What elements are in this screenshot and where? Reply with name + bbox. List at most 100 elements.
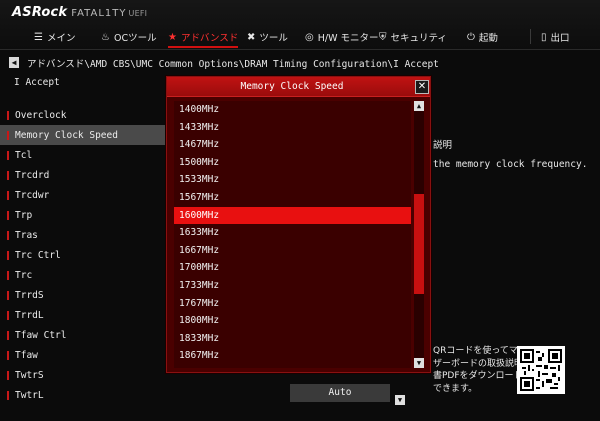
setting-label: Tras [15, 229, 38, 241]
help-description: the memory clock frequency. [433, 159, 588, 170]
setting-label: Trcdrd [15, 169, 50, 181]
setting-label: Trcdwr [15, 189, 50, 201]
close-icon: ✕ [417, 81, 427, 92]
setting-label: TwtrL [15, 389, 44, 401]
logo-uefi: UEFI [128, 9, 148, 18]
tab-hw-monitor[interactable]: ◎ H/W モニター [305, 28, 379, 46]
setting-label: Trc Ctrl [15, 249, 61, 261]
qr-code-graphic [520, 349, 562, 391]
setting-label: Trc [15, 269, 33, 281]
settings-list: Overclock Memory Clock Speed Tcl Trcdrd … [0, 105, 166, 405]
popup-scrollbar[interactable]: ▲ ▼ [414, 101, 424, 368]
setting-trcdwr[interactable]: Trcdwr [0, 185, 166, 205]
setting-memory-clock-speed[interactable]: Memory Clock Speed [0, 125, 166, 145]
option-1667mhz[interactable]: 1667MHz [174, 242, 411, 260]
logo-sub: FATAL1TY [71, 8, 127, 19]
setting-tcl[interactable]: Tcl [0, 145, 166, 165]
chevron-up-icon: ▲ [416, 102, 422, 110]
setting-trc-ctrl[interactable]: Trc Ctrl [0, 245, 166, 265]
setting-trc[interactable]: Trc [0, 265, 166, 285]
setting-label: Tcl [15, 149, 33, 161]
tab-boot-label: 起動 [478, 33, 498, 44]
setting-label: TrrdL [15, 309, 44, 321]
option-1733mhz[interactable]: 1733MHz [174, 277, 411, 295]
popup-option-list: 1400MHz 1433MHz 1467MHz 1500MHz 1533MHz … [174, 101, 411, 368]
chevron-down-icon: ▼ [397, 396, 403, 404]
breadcrumb: ◀ アドバンスド\AMD CBS\UMC Common Options\DRAM… [0, 55, 600, 70]
option-1833mhz[interactable]: 1833MHz [174, 330, 411, 348]
setting-label: Tfaw Ctrl [15, 329, 67, 341]
flame-icon: ♨ [101, 31, 110, 43]
tab-oc-tools-label: OCツール [113, 33, 157, 44]
tab-advanced-label: アドバンスド [180, 33, 239, 44]
help-title: 説明 [433, 140, 453, 151]
option-1400mhz[interactable]: 1400MHz [174, 101, 411, 119]
setting-twtrs[interactable]: TwtrS [0, 365, 166, 385]
setting-label: Overclock [15, 109, 67, 121]
option-1567mhz[interactable]: 1567MHz [174, 189, 411, 207]
setting-label: Tfaw [15, 349, 38, 361]
tools-icon: ✖ [247, 31, 256, 43]
scroll-up-button[interactable]: ▲ [414, 101, 424, 111]
scroll-thumb[interactable] [414, 194, 424, 294]
popup-close-button[interactable]: ✕ [415, 80, 429, 94]
setting-label: Memory Clock Speed [15, 129, 118, 141]
option-1600mhz[interactable]: 1600MHz [174, 206, 411, 225]
value-dropdown-button[interactable]: ▼ [395, 395, 405, 405]
setting-label: TwtrS [15, 369, 44, 381]
tab-tools-label: ツール [259, 33, 288, 44]
top-header: ASRock FATAL1TY UEFI ☰ メイン ♨ OCツール ★ アドバンス… [0, 0, 600, 50]
breadcrumb-path: アドバンスド\AMD CBS\UMC Common Options\DRAM T… [27, 58, 439, 70]
setting-trrdl[interactable]: TrrdL [0, 305, 166, 325]
tab-boot[interactable]: ⏻ 起動 [467, 28, 498, 46]
setting-trcdrd[interactable]: Trcdrd [0, 165, 166, 185]
option-1700mhz[interactable]: 1700MHz [174, 259, 411, 277]
popup-header: Memory Clock Speed ✕ [167, 77, 430, 97]
shield-icon: ⛨ [379, 31, 387, 43]
back-button[interactable]: ◀ [9, 57, 19, 68]
tab-security-label: セキュリティ [390, 33, 447, 44]
tab-oc-tools[interactable]: ♨ OCツール [101, 28, 157, 46]
setting-trrds[interactable]: TrrdS [0, 285, 166, 305]
chevron-down-icon: ▼ [416, 359, 422, 367]
option-1467mhz[interactable]: 1467MHz [174, 136, 411, 154]
popup-title: Memory Clock Speed [240, 81, 344, 92]
setting-label: TrrdS [15, 289, 44, 301]
nav-separator [530, 29, 531, 44]
qr-instructions: QRコードを使ってマザーボードの取扱説明書PDFをダウンロードできます。 [433, 346, 524, 394]
setting-tfaw[interactable]: Tfaw [0, 345, 166, 365]
scroll-down-button[interactable]: ▼ [414, 358, 424, 368]
qr-code-image [517, 346, 565, 394]
tab-main-label: メイン [46, 33, 76, 44]
tab-hw-monitor-label: H/W モニター [317, 33, 379, 44]
power-icon: ⏻ [467, 31, 475, 43]
setting-label: Trp [15, 209, 33, 221]
option-1433mhz[interactable]: 1433MHz [174, 119, 411, 137]
tab-advanced[interactable]: ★ アドバンスド [168, 28, 238, 46]
tab-main[interactable]: ☰ メイン [34, 28, 75, 46]
memory-clock-speed-popup: Memory Clock Speed ✕ 1400MHz 1433MHz 146… [166, 76, 431, 373]
setting-tras[interactable]: Tras [0, 225, 166, 245]
option-1800mhz[interactable]: 1800MHz [174, 312, 411, 330]
option-1867mhz[interactable]: 1867MHz [174, 347, 411, 365]
exit-icon: ▯ [541, 31, 547, 43]
active-tab-indicator [168, 46, 238, 48]
accept-label: I Accept [14, 77, 60, 88]
option-1500mhz[interactable]: 1500MHz [174, 154, 411, 172]
list-icon: ☰ [34, 31, 43, 43]
chevron-left-icon: ◀ [11, 58, 17, 67]
tab-tools[interactable]: ✖ ツール [247, 28, 288, 46]
setting-overclock[interactable]: Overclock [0, 105, 166, 125]
memory-clock-value-field[interactable]: Auto [290, 384, 390, 402]
option-1633mhz[interactable]: 1633MHz [174, 224, 411, 242]
option-1767mhz[interactable]: 1767MHz [174, 295, 411, 313]
star-icon: ★ [168, 31, 177, 43]
setting-trp[interactable]: Trp [0, 205, 166, 225]
setting-twtrl[interactable]: TwtrL [0, 385, 166, 405]
asrock-logo: ASRock FATAL1TY UEFI [12, 5, 147, 21]
option-1533mhz[interactable]: 1533MHz [174, 171, 411, 189]
tab-security[interactable]: ⛨ セキュリティ [379, 28, 447, 46]
tab-exit[interactable]: ▯ 出口 [541, 28, 570, 46]
setting-tfaw-ctrl[interactable]: Tfaw Ctrl [0, 325, 166, 345]
logo-brand: ASRock [12, 5, 68, 20]
